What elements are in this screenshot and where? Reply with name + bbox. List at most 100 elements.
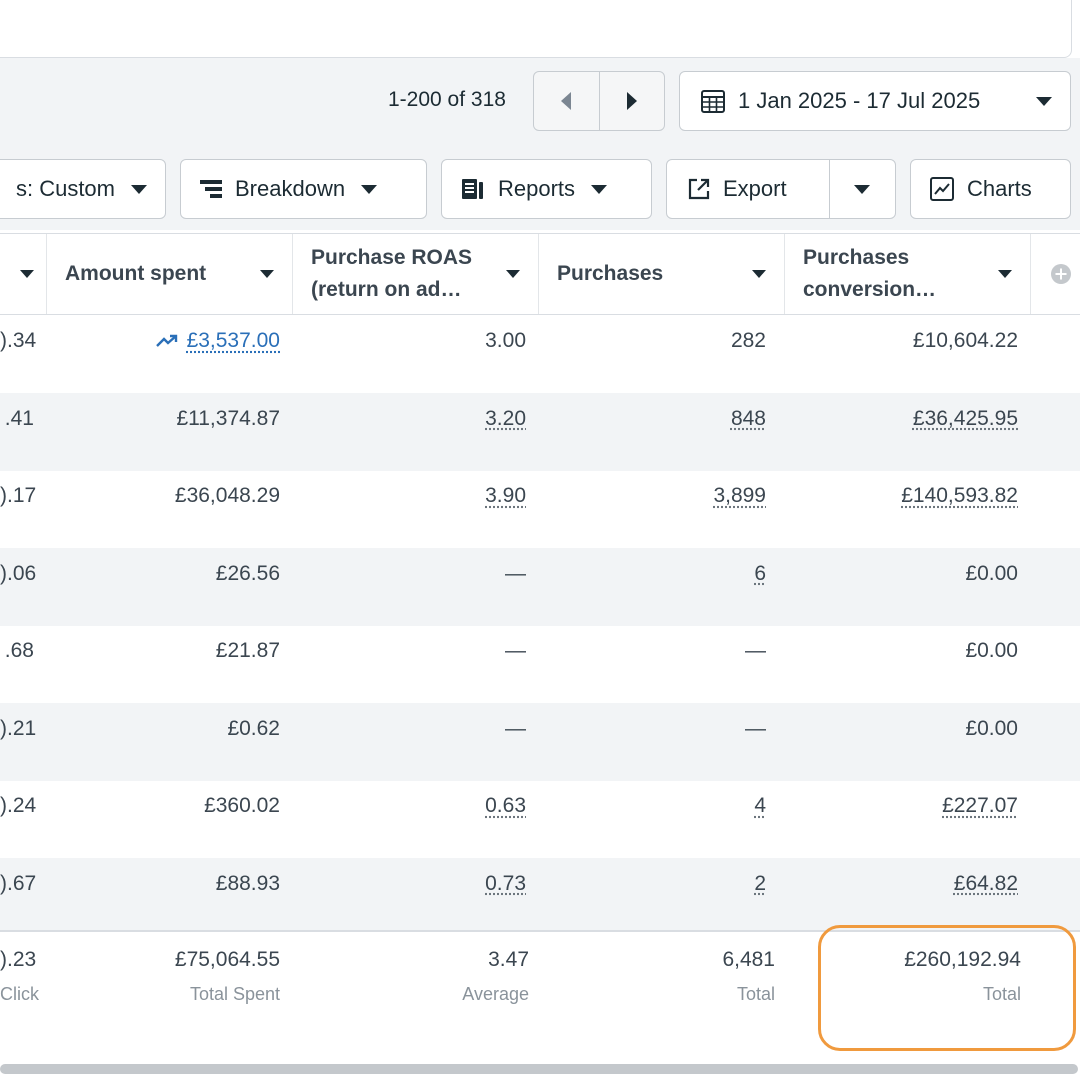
- calendar-icon: [700, 88, 726, 114]
- chevron-down-icon: [752, 270, 766, 278]
- table-cell: ).67: [0, 872, 34, 896]
- table-cell[interactable]: £227.07: [820, 794, 1018, 818]
- breakdown-icon: [199, 178, 223, 200]
- add-column-button[interactable]: [1031, 234, 1080, 314]
- total-value: 3.47: [330, 948, 529, 972]
- reports-button[interactable]: Reports: [441, 159, 652, 219]
- search-filter-box[interactable]: [0, 0, 1072, 58]
- table-cell: ).24: [0, 794, 34, 818]
- column-header-purchases-conversion[interactable]: Purchases conversion…: [785, 234, 1031, 314]
- table-cell[interactable]: 848: [576, 407, 766, 431]
- chevron-down-icon: [20, 270, 34, 278]
- total-value: 6,481: [576, 948, 775, 972]
- table-cell[interactable]: £64.82: [820, 872, 1018, 896]
- table-cell[interactable]: 3,899: [576, 484, 766, 508]
- charts-label: Charts: [967, 176, 1032, 202]
- table-cell: £88.93: [100, 872, 280, 896]
- chevron-right-icon: [627, 92, 637, 110]
- table-cell: £0.00: [820, 562, 1018, 586]
- table-cell: £0.00: [820, 639, 1018, 663]
- chevron-down-icon: [998, 270, 1012, 278]
- table-row[interactable]: .68 £21.87 — — £0.00: [0, 625, 1080, 703]
- reports-label: Reports: [498, 176, 575, 202]
- total-label: Click: [0, 984, 34, 1005]
- pagination-controls: [533, 71, 665, 131]
- plus-circle-icon: [1050, 263, 1072, 285]
- table-row[interactable]: ).67 £88.93 0.73 2 £64.82: [0, 858, 1080, 936]
- column-header[interactable]: [0, 234, 47, 314]
- chevron-down-icon: [1036, 97, 1052, 106]
- table-cell: ).21: [0, 717, 34, 741]
- columns-label: s: Custom: [16, 176, 115, 202]
- chevron-left-icon: [561, 92, 571, 110]
- export-icon: [687, 177, 711, 201]
- table-row[interactable]: ).21 £0.62 — — £0.00: [0, 703, 1080, 781]
- table-cell: —: [330, 562, 526, 586]
- table-cell: .68: [0, 639, 34, 663]
- columns-button[interactable]: s: Custom: [0, 159, 166, 219]
- table-cell: £36,048.29: [100, 484, 280, 508]
- table-cell[interactable]: £140,593.82: [820, 484, 1018, 508]
- table-cell: £10,604.22: [820, 329, 1018, 353]
- highlight-annotation: [818, 925, 1076, 1051]
- chevron-down-icon: [361, 185, 377, 194]
- breakdown-label: Breakdown: [235, 176, 345, 202]
- table-row[interactable]: ).34 £3,537.00 3.00 282 £10,604.22: [0, 315, 1080, 393]
- table-row[interactable]: ).24 £360.02 0.63 4 £227.07: [0, 780, 1080, 858]
- export-label: Export: [723, 176, 787, 202]
- table-header: Amount spent Purchase ROAS (return on ad…: [0, 233, 1080, 315]
- table-cell: £26.56: [100, 562, 280, 586]
- previous-page-button[interactable]: [534, 72, 599, 130]
- total-value: £75,064.55: [100, 948, 280, 972]
- amount-spent-link[interactable]: £3,537.00: [100, 329, 280, 353]
- export-options-button[interactable]: [829, 160, 895, 218]
- charts-button[interactable]: Charts: [910, 159, 1071, 219]
- total-label: Total Spent: [100, 984, 280, 1005]
- chart-icon: [929, 176, 955, 202]
- table-cell: £0.62: [100, 717, 280, 741]
- table-cell[interactable]: £36,425.95: [820, 407, 1018, 431]
- table-cell: —: [576, 717, 766, 741]
- table-cell: —: [576, 639, 766, 663]
- table-cell: £21.87: [100, 639, 280, 663]
- breakdown-button[interactable]: Breakdown: [180, 159, 427, 219]
- table-cell: —: [330, 639, 526, 663]
- table-cell: ).17: [0, 484, 34, 508]
- scrollbar-thumb[interactable]: [0, 1064, 1078, 1074]
- table-cell: —: [330, 717, 526, 741]
- table-cell: 3.00: [330, 329, 526, 353]
- pagination-range: 1-200 of 318: [388, 88, 506, 112]
- table-row[interactable]: ).06 £26.56 — 6 £0.00: [0, 548, 1080, 626]
- table-cell[interactable]: 2: [576, 872, 766, 896]
- table-cell[interactable]: 3.20: [330, 407, 526, 431]
- table-cell: ).34: [0, 329, 34, 353]
- column-header-amount-spent[interactable]: Amount spent: [47, 234, 293, 314]
- table-cell[interactable]: 3.90: [330, 484, 526, 508]
- table-row[interactable]: .41 £11,374.87 3.20 848 £36,425.95: [0, 393, 1080, 471]
- chevron-down-icon: [506, 270, 520, 278]
- table-cell: 282: [576, 329, 766, 353]
- table-cell[interactable]: 6: [576, 562, 766, 586]
- total-label: Average: [330, 984, 529, 1005]
- table-row[interactable]: ).17 £36,048.29 3.90 3,899 £140,593.82: [0, 470, 1080, 548]
- next-page-button[interactable]: [599, 72, 665, 130]
- table-cell: ).06: [0, 562, 34, 586]
- table-cell: £0.00: [820, 717, 1018, 741]
- chevron-down-icon: [591, 185, 607, 194]
- column-header-purchases[interactable]: Purchases: [539, 234, 785, 314]
- chevron-down-icon: [260, 270, 274, 278]
- date-range-label: 1 Jan 2025 - 17 Jul 2025: [738, 88, 1036, 114]
- export-button-group: Export: [666, 159, 896, 219]
- chevron-down-icon: [854, 185, 870, 194]
- column-header-purchase-roas[interactable]: Purchase ROAS (return on ad…: [293, 234, 539, 314]
- table-cell[interactable]: 0.63: [330, 794, 526, 818]
- reports-icon: [460, 177, 486, 201]
- date-range-picker[interactable]: 1 Jan 2025 - 17 Jul 2025: [679, 71, 1071, 131]
- table-cell[interactable]: 4: [576, 794, 766, 818]
- chevron-down-icon: [131, 185, 147, 194]
- trend-up-icon: [155, 332, 181, 350]
- export-button[interactable]: Export: [667, 160, 829, 218]
- table-cell[interactable]: 0.73: [330, 872, 526, 896]
- table-cell: .41: [0, 407, 34, 431]
- total-value: ).23: [0, 948, 34, 972]
